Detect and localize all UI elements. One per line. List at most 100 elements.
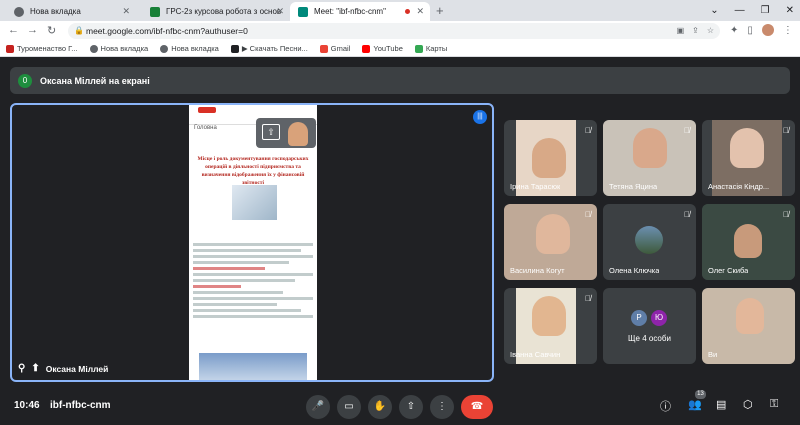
close-window-icon[interactable]: ✕	[786, 5, 794, 16]
mic-off-icon: 🎙̸	[585, 294, 591, 303]
browser-toolbar: ← → ↻ 🔒 meet.google.com/ibf-nfbc-cnm?aut…	[0, 21, 800, 41]
mic-off-icon: 🎙̸	[684, 126, 690, 135]
meeting-time: 10:46	[14, 400, 40, 411]
pin-icon[interactable]: ⚲	[18, 363, 25, 374]
self-tile[interactable]: Ви	[702, 288, 795, 364]
bookmark-item[interactable]: YouTube	[362, 44, 403, 53]
participant-name: Олег Скиба	[708, 266, 749, 275]
doc-footer-image	[199, 353, 307, 380]
profile-avatar[interactable]	[761, 24, 774, 36]
minimize-icon[interactable]: —	[735, 5, 745, 16]
participant-tile[interactable]: 🎙̸ Анастасія Кіндр...	[702, 120, 795, 196]
participant-name: Василина Когут	[510, 266, 565, 275]
reload-icon[interactable]: ↻	[47, 24, 56, 37]
bookmark-item[interactable]: Нова вкладка	[160, 44, 219, 53]
window-controls: ⌄ — ❐ ✕	[710, 0, 794, 21]
bookmarks-bar: Туроменаство Г... Нова вкладка Нова вкла…	[0, 41, 800, 57]
participant-tile[interactable]: 🎙̸ Олег Скиба	[702, 204, 795, 280]
more-options-button[interactable]: ⋮	[430, 395, 454, 419]
presenting-text: Оксана Міллей на екрані	[40, 75, 150, 86]
doc-photo	[232, 185, 277, 220]
presenter-self-preview: ⇧	[256, 118, 316, 148]
participant-face	[532, 138, 566, 178]
participant-avatar	[635, 226, 663, 254]
presenter-video	[288, 122, 308, 146]
presenting-banner: 0 Оксана Міллей на екрані	[10, 67, 790, 94]
tab-label: Нова вкладка	[30, 7, 81, 16]
meet-icon	[298, 7, 308, 17]
url-text: meet.google.com/ibf-nfbc-cnm?authuser=0	[86, 26, 248, 36]
close-tab-icon[interactable]: ✕	[276, 2, 284, 21]
chevron-down-icon[interactable]: ⌄	[710, 5, 718, 16]
menu-icon[interactable]: ⋮	[783, 25, 793, 36]
forward-icon[interactable]: →	[27, 24, 38, 36]
sidebar-icon[interactable]: ▯	[747, 25, 753, 36]
people-count-badge: 13	[695, 390, 706, 399]
gmail-icon	[319, 44, 328, 53]
activities-icon[interactable]: ⬡	[743, 398, 753, 411]
extensions-icon[interactable]: ✦	[730, 25, 738, 36]
chrome-icon	[14, 7, 24, 17]
participant-tile[interactable]: 🎙̸ Василина Когут	[504, 204, 597, 280]
address-bar[interactable]: 🔒 meet.google.com/ibf-nfbc-cnm?authuser=…	[68, 23, 720, 39]
participant-face	[736, 298, 764, 334]
participant-face	[536, 214, 570, 254]
participant-tile[interactable]: 🎙̸ Ірина Тарасюк	[504, 120, 597, 196]
share-icon[interactable]: ⇪	[692, 23, 699, 39]
maps-icon	[414, 44, 423, 53]
avatar-chip: Р	[631, 310, 647, 326]
chrome-icon	[89, 44, 98, 53]
host-controls-icon[interactable]: ⚿	[770, 398, 778, 411]
camera-button[interactable]: ▭	[337, 395, 361, 419]
maximize-icon[interactable]: ❐	[761, 5, 770, 16]
speaking-indicator-icon: |||	[473, 110, 487, 124]
back-icon[interactable]: ←	[8, 24, 19, 36]
bookmark-label: YouTube	[373, 44, 403, 53]
participant-face	[532, 296, 566, 336]
present-screen-button[interactable]: ⇧	[399, 395, 423, 419]
more-participants-tile[interactable]: Р Ю Ще 4 особи	[603, 288, 696, 364]
participant-face	[734, 224, 762, 258]
camera-permission-icon[interactable]: ▣	[677, 23, 685, 39]
bookmark-label: Gmail	[330, 44, 351, 53]
chat-icon[interactable]: ▤	[716, 398, 726, 411]
bookmark-label: Нова вкладка	[171, 44, 219, 53]
screen-share-icon: ⇧	[262, 124, 280, 140]
presentation-stage[interactable]: Головна Місце і роль документування госп…	[10, 103, 494, 382]
bookmark-item[interactable]: Нова вкладка	[89, 44, 149, 53]
mic-off-icon: 🎙̸	[585, 126, 591, 135]
more-participants-label: Ще 4 особи	[628, 334, 671, 343]
meeting-details-icon[interactable]: ⓘ	[660, 398, 671, 414]
close-tab-icon[interactable]: ✕	[416, 2, 424, 21]
people-icon[interactable]: 👥	[688, 398, 702, 411]
browser-tab-strip: Нова вкладка ✕ ГРС-2з курсова робота з о…	[0, 0, 800, 21]
classroom-icon	[150, 7, 160, 17]
bookmark-item[interactable]: Карты	[414, 44, 448, 53]
participant-tile[interactable]: 🎙̸ Тетяна Яцина	[603, 120, 696, 196]
presenter-badge: 0	[18, 73, 32, 88]
participant-name: Анастасія Кіндр...	[708, 182, 770, 191]
star-icon[interactable]: ☆	[707, 23, 714, 39]
new-tab-button[interactable]: +	[436, 2, 444, 19]
bookmark-item[interactable]: Туроменаство Г...	[6, 44, 78, 53]
bookmark-label: Карты	[425, 44, 448, 53]
participant-tile[interactable]: 🎙̸ Іванна Савчин	[504, 288, 597, 364]
bookmark-item[interactable]: Gmail	[319, 44, 351, 53]
tab-label: ГРС-2з курсова робота з основ	[166, 7, 282, 16]
meeting-controls-bar: 10:46 ibf-nfbc-cnm 🎤 ▭ ✋ ⇧ ⋮ ☎ ⓘ 👥 13 ▤ …	[0, 389, 800, 425]
bookmark-label: Нова вкладка	[100, 44, 149, 53]
bookmark-item[interactable]: ▶ Скачать Песни...	[230, 44, 308, 53]
browser-tab[interactable]: Нова вкладка ✕	[6, 2, 136, 21]
leave-call-button[interactable]: ☎	[461, 395, 493, 419]
participant-name: Тетяна Яцина	[609, 182, 658, 191]
chrome-icon	[160, 44, 169, 53]
raise-hand-button[interactable]: ✋	[368, 395, 392, 419]
participant-name: Іванна Савчин	[510, 350, 561, 359]
close-tab-icon[interactable]: ✕	[122, 2, 130, 21]
mic-off-icon: 🎙̸	[783, 126, 789, 135]
participant-tile[interactable]: 🎙̸ Олена Ключка	[603, 204, 696, 280]
browser-tab[interactable]: ГРС-2з курсова робота з основ ✕	[142, 2, 290, 21]
browser-tab-active[interactable]: Meet: "ibf-nfbc-cnm" ✕	[290, 2, 430, 21]
microphone-button[interactable]: 🎤	[306, 395, 330, 419]
doc-nav-text: Головна	[194, 125, 217, 131]
